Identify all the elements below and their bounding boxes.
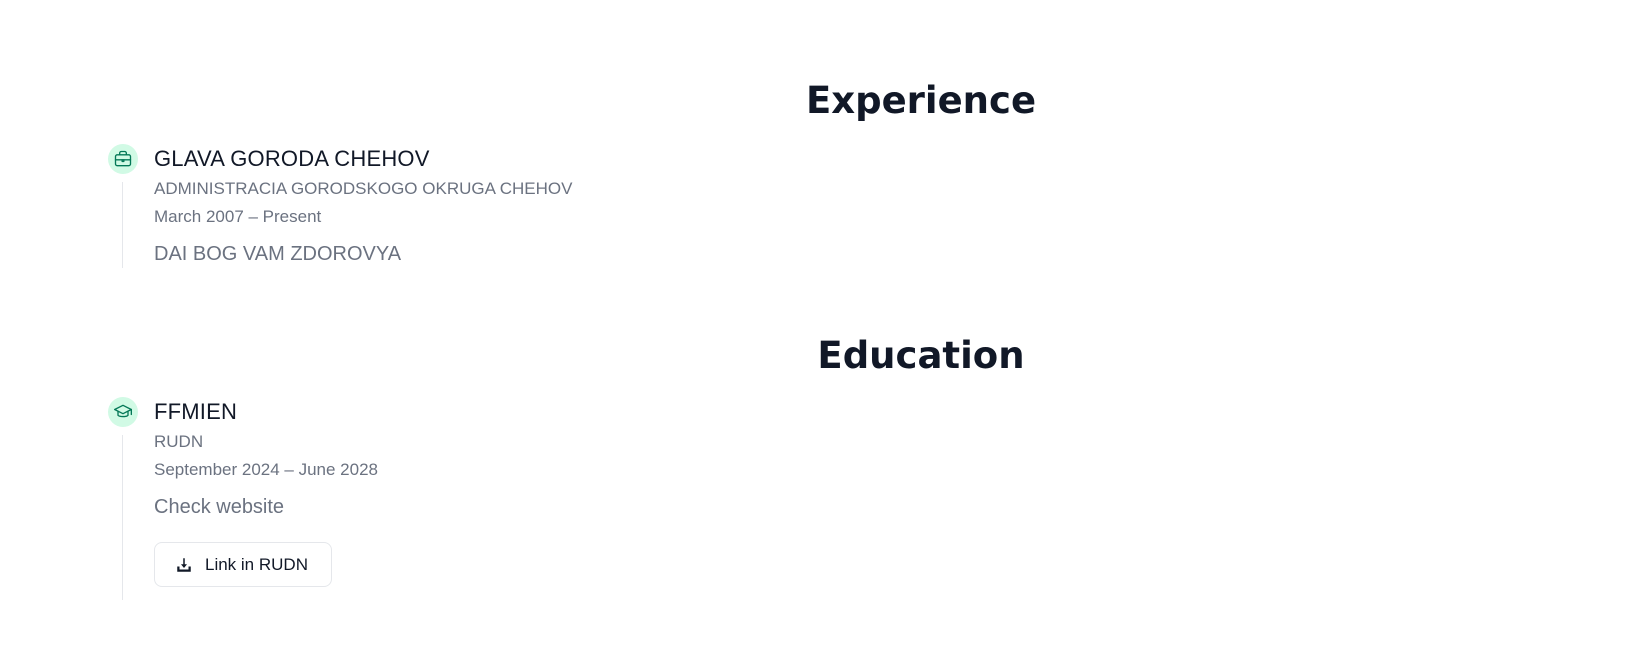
experience-item-title: GLAVA GORODA CHEHOV	[154, 146, 430, 171]
experience-item-content: GLAVA GORODA CHEHOV ADMINISTRACIA GORODS…	[154, 144, 794, 267]
briefcase-icon	[114, 150, 132, 167]
timeline-line	[122, 182, 123, 268]
education-item-description: Check website	[154, 496, 285, 518]
education-section-title: Education	[817, 334, 1025, 377]
rudn-link-button[interactable]: Link in RUDN	[154, 542, 332, 587]
education-item-organization: RUDN	[154, 432, 204, 451]
experience-item-organization: ADMINISTRACIA GORODSKOGO OKRUGA CHEHOV	[154, 179, 573, 198]
experience-item: GLAVA GORODA CHEHOV ADMINISTRACIA GORODS…	[108, 144, 808, 269]
education-item-dates: September 2024 – June 2028	[154, 460, 379, 479]
experience-badge	[108, 144, 138, 174]
education-item-title: FFMIEN	[154, 399, 238, 424]
education-badge	[108, 397, 138, 427]
timeline-line	[122, 435, 123, 600]
experience-item-dates: March 2007 – Present	[154, 207, 322, 226]
experience-item-description: DAI BOG VAM ZDOROVYA	[154, 243, 402, 265]
graduation-cap-icon	[114, 404, 132, 418]
education-item-content: FFMIEN RUDN September 2024 – June 2028 C…	[154, 397, 794, 587]
rudn-link-label: Link in RUDN	[205, 554, 308, 574]
experience-section-title: Experience	[805, 79, 1037, 122]
download-icon	[177, 557, 191, 572]
education-item: FFMIEN RUDN September 2024 – June 2028 C…	[108, 397, 808, 602]
